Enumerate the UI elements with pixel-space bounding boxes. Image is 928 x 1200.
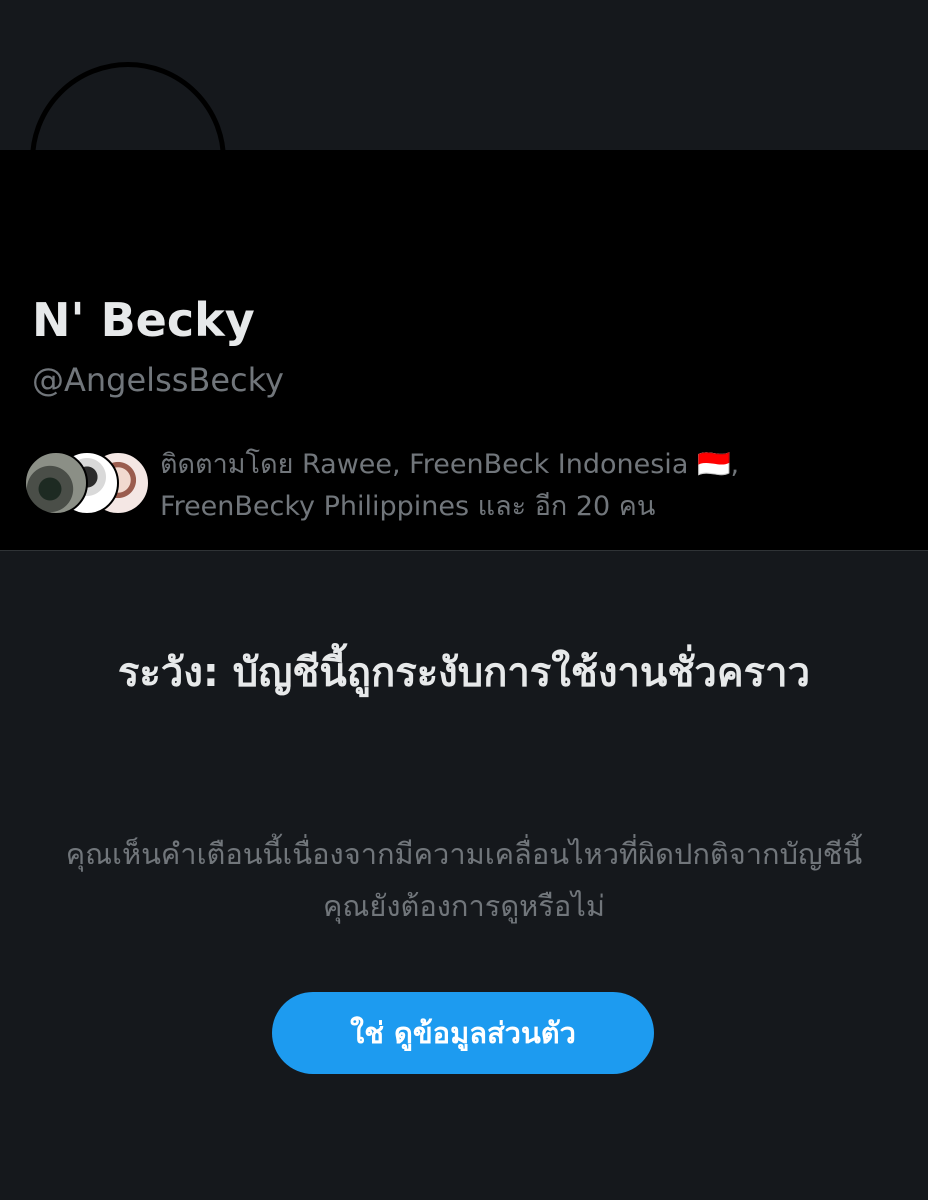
followers-you-know-avatars[interactable]	[24, 451, 150, 515]
warning-title: ระวัง: บัญชีนี้ถูกระงับการใช้งานชั่วคราว	[117, 650, 811, 696]
profile-avatar	[30, 62, 226, 258]
follower-avatar	[24, 451, 88, 515]
profile-display-name: N' Becky	[32, 293, 255, 347]
view-profile-button[interactable]: ใช่ ดูข้อมูลส่วนตัว	[272, 992, 654, 1074]
divider	[0, 550, 928, 551]
profile-handle: @AngelssBecky	[32, 361, 284, 399]
warning-message: คุณเห็นคำเตือนนี้เนื่องจากมีความเคลื่อนไ…	[65, 837, 863, 923]
followers-you-know-link[interactable]: ติดตามโดย Rawee, FreenBeck Indonesia 🇮🇩,…	[160, 444, 900, 528]
